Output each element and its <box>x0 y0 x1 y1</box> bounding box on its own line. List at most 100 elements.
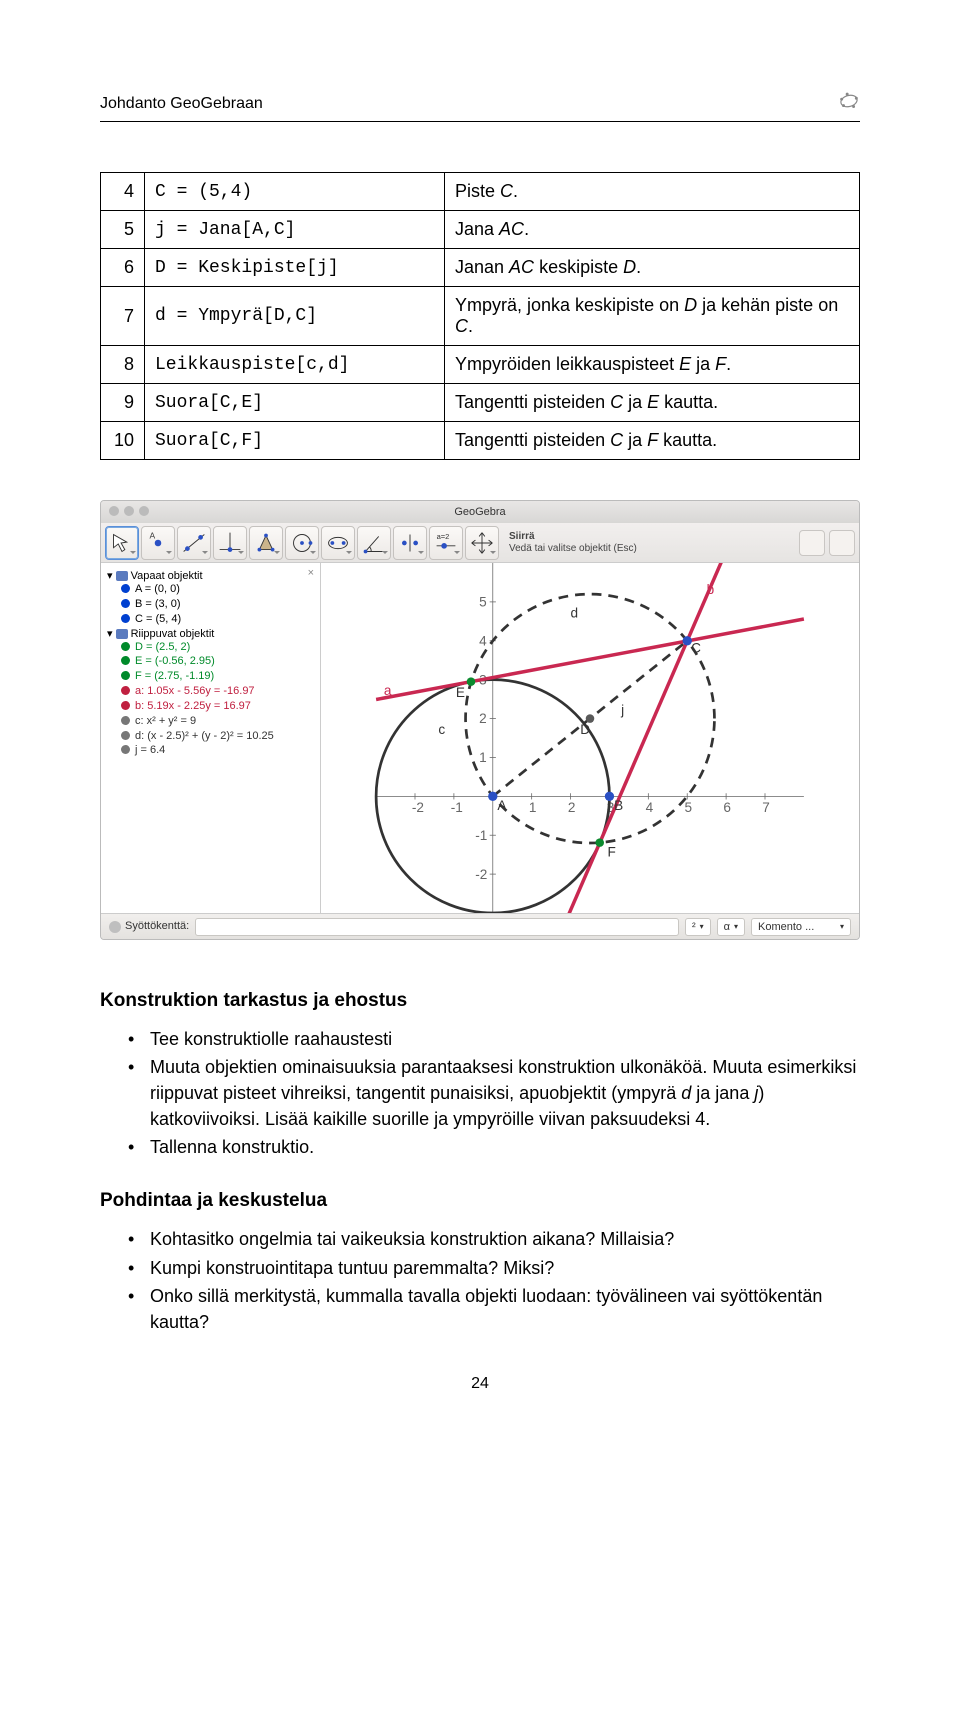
section-discuss-title: Pohdintaa ja keskustelua <box>100 1190 860 1212</box>
svg-text:1: 1 <box>529 800 537 815</box>
symbol-selector-1[interactable]: ²▾ <box>685 918 711 936</box>
step-code: C = (5,4) <box>145 173 445 211</box>
algebra-item[interactable]: c: x² + y² = 9 <box>107 714 314 729</box>
step-description: Tangentti pisteiden C ja E kautta. <box>445 384 860 422</box>
step-description: Jana AC. <box>445 211 860 249</box>
step-number: 10 <box>101 422 145 460</box>
step-description: Ympyröiden leikkauspisteet E ja F. <box>445 346 860 384</box>
section-discuss-list: Kohtasitko ongelmia tai vaikeuksia konst… <box>100 1226 860 1334</box>
step-code: Suora[C,E] <box>145 384 445 422</box>
transform-tool[interactable] <box>393 526 427 560</box>
step-number: 6 <box>101 249 145 287</box>
list-item: Tee konstruktiolle raahaustesti <box>100 1026 860 1052</box>
svg-text:2: 2 <box>568 800 576 815</box>
step-number: 7 <box>101 287 145 346</box>
undo-button[interactable] <box>799 530 825 556</box>
svg-text:F: F <box>608 845 616 860</box>
step-code: d = Ympyrä[D,C] <box>145 287 445 346</box>
construction-steps-table: 4C = (5,4)Piste C. 5j = Jana[A,C]Jana AC.… <box>100 172 860 460</box>
polygon-tool[interactable] <box>249 526 283 560</box>
algebra-item[interactable]: j = 6.4 <box>107 743 314 758</box>
svg-text:-1: -1 <box>451 800 463 815</box>
algebra-item[interactable]: b: 5.19x - 2.25y = 16.97 <box>107 699 314 714</box>
algebra-item[interactable]: D = (2.5, 2) <box>107 640 314 655</box>
svg-text:a: a <box>384 683 392 698</box>
tool-hint: Siirrä Vedä tai valitse objektit (Esc) <box>509 531 637 555</box>
svg-text:j: j <box>620 703 624 718</box>
svg-text:d: d <box>571 605 579 620</box>
svg-text:-1: -1 <box>475 828 487 843</box>
redo-button[interactable] <box>829 530 855 556</box>
svg-text:7: 7 <box>762 800 770 815</box>
line-tool[interactable] <box>177 526 211 560</box>
algebra-item[interactable]: d: (x - 2.5)² + (y - 2)² = 10.25 <box>107 729 314 744</box>
step-number: 5 <box>101 211 145 249</box>
svg-text:5: 5 <box>685 800 693 815</box>
svg-text:A: A <box>150 530 156 540</box>
algebra-item[interactable]: B = (3, 0) <box>107 597 314 612</box>
svg-text:E: E <box>456 685 465 700</box>
list-item: Tallenna konstruktio. <box>100 1134 860 1160</box>
svg-text:2: 2 <box>479 711 487 726</box>
step-description: Ympyrä, jonka keskipiste on D ja kehän p… <box>445 287 860 346</box>
svg-text:a=2: a=2 <box>437 532 450 541</box>
algebra-view: × Vapaat objektit A = (0, 0)B = (3, 0)C … <box>101 563 321 913</box>
svg-text:1: 1 <box>479 750 487 765</box>
list-item: Kumpi konstruointitapa tuntuu paremmalta… <box>100 1255 860 1281</box>
svg-text:5: 5 <box>479 595 487 610</box>
toolbar: A a=2 Siirrä Vedä tai valitse objektit (… <box>101 523 859 563</box>
step-description: Piste C. <box>445 173 860 211</box>
algebra-item[interactable]: a: 1.05x - 5.56y = -16.97 <box>107 684 314 699</box>
perpendicular-tool[interactable] <box>213 526 247 560</box>
window-title: GeoGebra <box>101 501 859 523</box>
list-item: Onko sillä merkitystä, kummalla tavalla … <box>100 1283 860 1335</box>
folder-free-objects[interactable]: Vapaat objektit <box>107 569 314 582</box>
algebra-item[interactable]: E = (-0.56, 2.95) <box>107 654 314 669</box>
svg-text:A: A <box>497 798 507 813</box>
algebra-item[interactable]: A = (0, 0) <box>107 582 314 597</box>
input-field[interactable] <box>195 918 679 936</box>
movegraphics-tool[interactable] <box>465 526 499 560</box>
angle-tool[interactable] <box>357 526 391 560</box>
folder-dependent-objects[interactable]: Riippuvat objektit <box>107 627 314 640</box>
step-description: Janan AC keskipiste D. <box>445 249 860 287</box>
graphics-view[interactable]: -2-1 1234567 12345 -1-2 <box>321 563 859 913</box>
svg-text:D: D <box>580 722 590 737</box>
close-icon[interactable]: × <box>308 567 314 579</box>
svg-text:6: 6 <box>723 800 731 815</box>
svg-text:c: c <box>438 722 445 737</box>
step-code: D = Keskipiste[j] <box>145 249 445 287</box>
step-number: 8 <box>101 346 145 384</box>
step-number: 9 <box>101 384 145 422</box>
svg-text:-2: -2 <box>475 867 487 882</box>
page-number: 24 <box>100 1375 860 1393</box>
svg-text:C: C <box>691 640 701 655</box>
slider-tool[interactable]: a=2 <box>429 526 463 560</box>
circle-tool[interactable] <box>285 526 319 560</box>
list-item: Muuta objektien ominaisuuksia parantaaks… <box>100 1054 860 1132</box>
step-number: 4 <box>101 173 145 211</box>
command-selector[interactable]: Komento ...▾ <box>751 918 851 936</box>
step-code: j = Jana[A,C] <box>145 211 445 249</box>
step-description: Tangentti pisteiden C ja F kautta. <box>445 422 860 460</box>
svg-text:B: B <box>614 798 623 813</box>
geogebra-logo-icon <box>838 90 860 117</box>
geogebra-screenshot: GeoGebra A a=2 Siirrä Vedä tai valitse o… <box>100 500 860 940</box>
conic-tool[interactable] <box>321 526 355 560</box>
algebra-item[interactable]: C = (5, 4) <box>107 612 314 627</box>
step-code: Suora[C,F] <box>145 422 445 460</box>
input-label: Syöttökenttä: <box>109 920 189 932</box>
input-bar: Syöttökenttä: ²▾ α▾ Komento ...▾ <box>101 913 859 939</box>
list-item: Kohtasitko ongelmia tai vaikeuksia konst… <box>100 1226 860 1252</box>
section-check-list: Tee konstruktiolle raahaustesti Muuta ob… <box>100 1026 860 1160</box>
svg-text:b: b <box>707 582 715 597</box>
page-header-title: Johdanto GeoGebraan <box>100 95 263 113</box>
move-tool[interactable] <box>105 526 139 560</box>
svg-text:-2: -2 <box>412 800 424 815</box>
svg-text:4: 4 <box>646 800 654 815</box>
point-tool[interactable]: A <box>141 526 175 560</box>
algebra-item[interactable]: F = (2.75, -1.19) <box>107 669 314 684</box>
svg-text:4: 4 <box>479 633 487 648</box>
symbol-selector-2[interactable]: α▾ <box>717 918 745 936</box>
step-code: Leikkauspiste[c,d] <box>145 346 445 384</box>
